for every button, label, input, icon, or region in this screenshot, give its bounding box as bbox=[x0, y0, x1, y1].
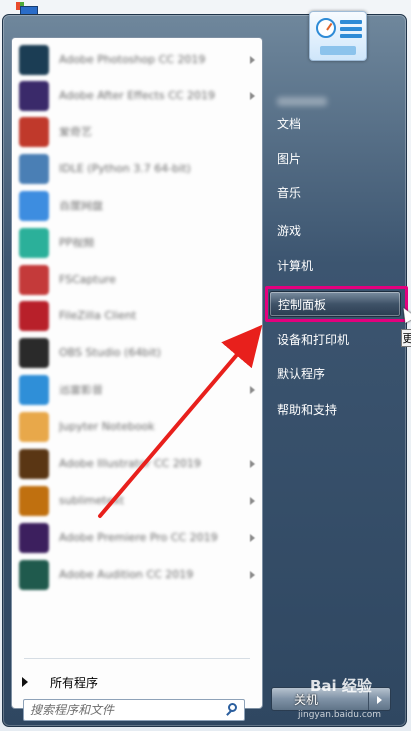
program-label: PP视频 bbox=[59, 238, 95, 248]
search-input[interactable] bbox=[24, 700, 222, 720]
programs-pane: Adobe Photoshop CC 2019 Adobe After Effec… bbox=[11, 37, 263, 709]
program-label: FileZilla Client bbox=[59, 311, 137, 321]
program-item[interactable]: IDLE (Python 3.7 64-bit) bbox=[15, 151, 261, 187]
search-box[interactable] bbox=[23, 699, 245, 721]
devices-printers-label: 设备和打印机 bbox=[277, 332, 350, 347]
default-programs-link[interactable]: 默认程序 bbox=[269, 360, 401, 386]
music-link[interactable]: 音乐 bbox=[269, 179, 401, 205]
program-icon bbox=[19, 228, 49, 258]
program-icon bbox=[19, 301, 49, 331]
program-icon bbox=[19, 45, 49, 75]
music-label: 音乐 bbox=[277, 185, 302, 200]
program-item[interactable]: Adobe After Effects CC 2019 bbox=[15, 78, 261, 114]
program-icon bbox=[19, 523, 49, 553]
program-item[interactable]: FileZilla Client bbox=[15, 298, 261, 334]
pictures-label: 图片 bbox=[277, 151, 302, 166]
program-item[interactable]: FSCapture bbox=[15, 262, 261, 298]
program-label: OBS Studio (64bit) bbox=[59, 348, 161, 358]
control-panel-label: 控制面板 bbox=[278, 297, 327, 312]
search-icon[interactable] bbox=[222, 700, 244, 720]
program-label: Adobe After Effects CC 2019 bbox=[59, 91, 215, 101]
control-panel-link[interactable]: 控制面板 bbox=[269, 291, 401, 317]
program-label: IDLE (Python 3.7 64-bit) bbox=[59, 164, 191, 174]
program-label: Adobe Photoshop CC 2019 bbox=[59, 55, 206, 65]
program-label: Adobe Illustrator CC 2019 bbox=[59, 459, 201, 469]
computer-link[interactable]: 计算机 bbox=[269, 252, 401, 278]
program-item[interactable]: 爱奇艺 bbox=[15, 114, 261, 150]
program-icon bbox=[19, 560, 49, 590]
help-support-link[interactable]: 帮助和支持 bbox=[269, 396, 401, 422]
triangle-right-icon bbox=[22, 677, 28, 687]
pictures-link[interactable]: 图片 bbox=[269, 145, 401, 171]
program-icon bbox=[19, 486, 49, 516]
submenu-arrow-icon[interactable] bbox=[250, 497, 255, 505]
submenu-arrow-icon[interactable] bbox=[250, 56, 255, 64]
program-icon bbox=[19, 117, 49, 147]
devices-printers-link[interactable]: 设备和打印机 bbox=[269, 326, 401, 352]
start-menu: Adobe Photoshop CC 2019 Adobe After Effec… bbox=[2, 11, 411, 728]
program-icon bbox=[19, 338, 49, 368]
program-icon bbox=[19, 265, 49, 295]
all-programs-button[interactable]: 所有程序 bbox=[20, 671, 255, 693]
documents-link[interactable]: 文档 bbox=[269, 110, 401, 136]
program-label: Adobe Audition CC 2019 bbox=[59, 570, 194, 580]
documents-label: 文档 bbox=[277, 116, 302, 131]
submenu-arrow-icon[interactable] bbox=[250, 92, 255, 100]
submenu-arrow-icon[interactable] bbox=[250, 386, 255, 394]
baidu-watermark-logo: Bai 经验 bbox=[310, 672, 400, 698]
program-item[interactable]: Jupyter Notebook bbox=[15, 409, 261, 445]
help-support-label: 帮助和支持 bbox=[277, 402, 338, 417]
games-link[interactable]: 游戏 bbox=[269, 217, 401, 243]
right-pane: 文档 图片 音乐 游戏 计算机 控制面板 更 设备和打印机 默认程序 帮助和支持 bbox=[265, 11, 411, 728]
program-item[interactable]: 百度网盘 bbox=[15, 188, 261, 224]
program-item[interactable]: Adobe Premiere Pro CC 2019 bbox=[15, 520, 261, 556]
submenu-arrow-icon[interactable] bbox=[250, 534, 255, 542]
watermark-url: jingyan.baidu.com bbox=[298, 710, 382, 720]
program-label: Adobe Premiere Pro CC 2019 bbox=[59, 533, 218, 543]
submenu-arrow-icon[interactable] bbox=[250, 460, 255, 468]
program-label: sublimetext bbox=[59, 496, 124, 506]
program-item[interactable]: PP视频 bbox=[15, 225, 261, 261]
program-item[interactable]: Adobe Illustrator CC 2019 bbox=[15, 446, 261, 482]
program-label: Jupyter Notebook bbox=[59, 422, 155, 432]
program-item[interactable]: OBS Studio (64bit) bbox=[15, 335, 261, 371]
program-label: 迅雷影音 bbox=[59, 385, 103, 395]
program-item[interactable]: Adobe Photoshop CC 2019 bbox=[15, 42, 261, 78]
program-item[interactable]: Adobe Audition CC 2019 bbox=[15, 557, 261, 593]
games-label: 游戏 bbox=[277, 223, 302, 238]
program-icon bbox=[19, 449, 49, 479]
tooltip: 更 bbox=[401, 329, 411, 347]
separator bbox=[24, 658, 250, 659]
program-item[interactable]: sublimetext bbox=[15, 483, 261, 519]
program-label: FSCapture bbox=[59, 275, 116, 285]
all-programs-label: 所有程序 bbox=[50, 675, 99, 690]
username-link[interactable] bbox=[277, 97, 327, 106]
program-icon bbox=[19, 154, 49, 184]
program-item[interactable]: 迅雷影音 bbox=[15, 372, 261, 408]
computer-label: 计算机 bbox=[277, 258, 314, 273]
tooltip-text: 更 bbox=[403, 330, 411, 346]
watermark-brand: Bai 经验 bbox=[310, 676, 372, 695]
program-label: 爱奇艺 bbox=[59, 127, 92, 137]
submenu-arrow-icon[interactable] bbox=[250, 571, 255, 579]
program-icon bbox=[19, 375, 49, 405]
program-icon bbox=[19, 81, 49, 111]
program-icon bbox=[19, 191, 49, 221]
program-list: Adobe Photoshop CC 2019 Adobe After Effec… bbox=[12, 38, 262, 628]
default-programs-label: 默认程序 bbox=[277, 366, 326, 381]
program-icon bbox=[19, 412, 49, 442]
control-panel-picture-icon[interactable] bbox=[309, 11, 367, 61]
program-label: 百度网盘 bbox=[59, 201, 103, 211]
